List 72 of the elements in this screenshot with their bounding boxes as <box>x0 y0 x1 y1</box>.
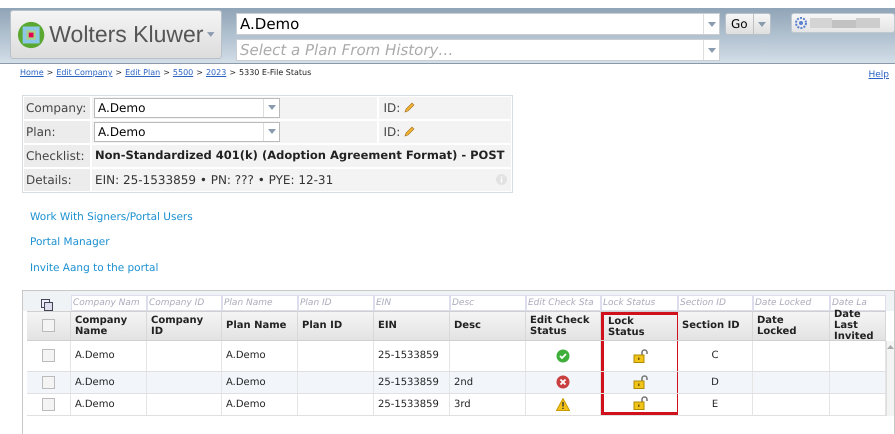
plan-search-field[interactable]: A.Demo <box>236 13 720 35</box>
table-cell-text: A.Demo <box>75 398 115 412</box>
column-header[interactable]: Company Name <box>71 312 147 340</box>
table-cell-text: A.Demo <box>226 376 266 390</box>
row-checkbox[interactable] <box>42 349 55 362</box>
logo-button[interactable]: Wolters Kluwer <box>10 10 222 59</box>
caret-icon <box>268 105 276 110</box>
help-link[interactable]: Help <box>868 69 889 82</box>
pencil-icon[interactable] <box>404 102 416 113</box>
table-cell-text: 25-1533859 <box>378 398 439 412</box>
plan-details: EIN: 25-1533859 • PN: ??? • PYE: 12-31 <box>94 172 334 188</box>
breadcrumb-link[interactable]: Edit Plan <box>125 67 160 79</box>
info-select-field[interactable]: A.Demo <box>94 98 280 118</box>
column-header[interactable]: Plan ID <box>298 312 374 340</box>
info-label: Company: <box>24 96 90 118</box>
info-label: Plan: <box>24 120 90 142</box>
id-label: ID: <box>383 124 400 140</box>
breadcrumb-separator: > <box>163 67 170 79</box>
column-header[interactable]: Company ID <box>147 312 222 340</box>
column-header[interactable]: Edit Check Status <box>526 312 601 340</box>
info-label: Checklist: <box>24 144 90 166</box>
pencil-icon[interactable] <box>404 126 416 137</box>
breadcrumb-separator: > <box>196 67 203 79</box>
caret-icon <box>708 22 716 26</box>
table-cell-text: 3rd <box>454 398 471 412</box>
table-cell-text: A.Demo <box>226 349 266 364</box>
action-link[interactable]: Work With Signers/Portal Users <box>30 210 193 226</box>
column-header[interactable]: Section ID <box>678 312 753 340</box>
breadcrumb-separator: > <box>115 67 122 79</box>
id-label: ID: <box>383 100 400 116</box>
column-header[interactable]: EIN <box>374 312 450 340</box>
select-all-checkbox[interactable] <box>42 319 55 332</box>
scrollbar[interactable] <box>886 340 894 416</box>
breadcrumb-current: 5330 E-File Status <box>239 67 312 79</box>
caret-icon <box>758 22 766 26</box>
caret-icon <box>708 48 716 52</box>
breadcrumb-separator: > <box>229 67 236 79</box>
table-cell-text: A.Demo <box>75 349 115 364</box>
breadcrumb-link[interactable]: Home <box>20 67 44 79</box>
column-header[interactable]: Plan Name <box>222 312 298 340</box>
column-header[interactable]: Desc <box>450 312 526 340</box>
table-cell-text: 25-1533859 <box>378 349 439 364</box>
info-select-field[interactable]: A.Demo <box>94 122 280 142</box>
logo-icon <box>17 20 46 50</box>
checklist-name: Non-Standardized 401(k) (Adoption Agreement Format) - POST <box>94 146 506 164</box>
gear-icon <box>794 17 807 29</box>
copy-icon[interactable] <box>41 298 53 311</box>
info-icon[interactable] <box>496 174 508 185</box>
breadcrumb-link[interactable]: Edit Company <box>56 67 112 79</box>
breadcrumb-link[interactable]: 5500 <box>172 67 194 79</box>
table-cell-text: D <box>711 376 719 390</box>
table-cell-text: E <box>712 398 718 412</box>
caret-icon <box>268 129 276 134</box>
row-checkbox[interactable] <box>42 376 55 389</box>
table-cell-text: 2nd <box>454 376 474 390</box>
action-link[interactable]: Invite Aang to the portal <box>30 261 158 277</box>
blurred-username-drawing <box>810 18 880 28</box>
breadcrumb-link[interactable]: 2023 <box>206 67 226 79</box>
user-menu-button[interactable] <box>790 13 895 33</box>
table-cell-text: A.Demo <box>226 398 266 412</box>
dropdown-caret-icon <box>207 32 215 37</box>
column-header[interactable]: Date Locked <box>753 312 830 340</box>
column-header[interactable]: Date Last Invited <box>830 312 886 340</box>
table-cell-text: A.Demo <box>75 376 115 390</box>
breadcrumb-separator: > <box>46 67 54 79</box>
scroll-up-icon[interactable] <box>887 344 894 349</box>
table-cell-text: C <box>712 349 718 364</box>
table-cell-text: 25-1533859 <box>378 376 439 390</box>
action-link[interactable]: Portal Manager <box>30 235 110 251</box>
row-checkbox[interactable] <box>42 398 55 411</box>
logo-text: Wolters Kluwer <box>49 20 204 50</box>
info-label: Details: <box>24 168 90 190</box>
